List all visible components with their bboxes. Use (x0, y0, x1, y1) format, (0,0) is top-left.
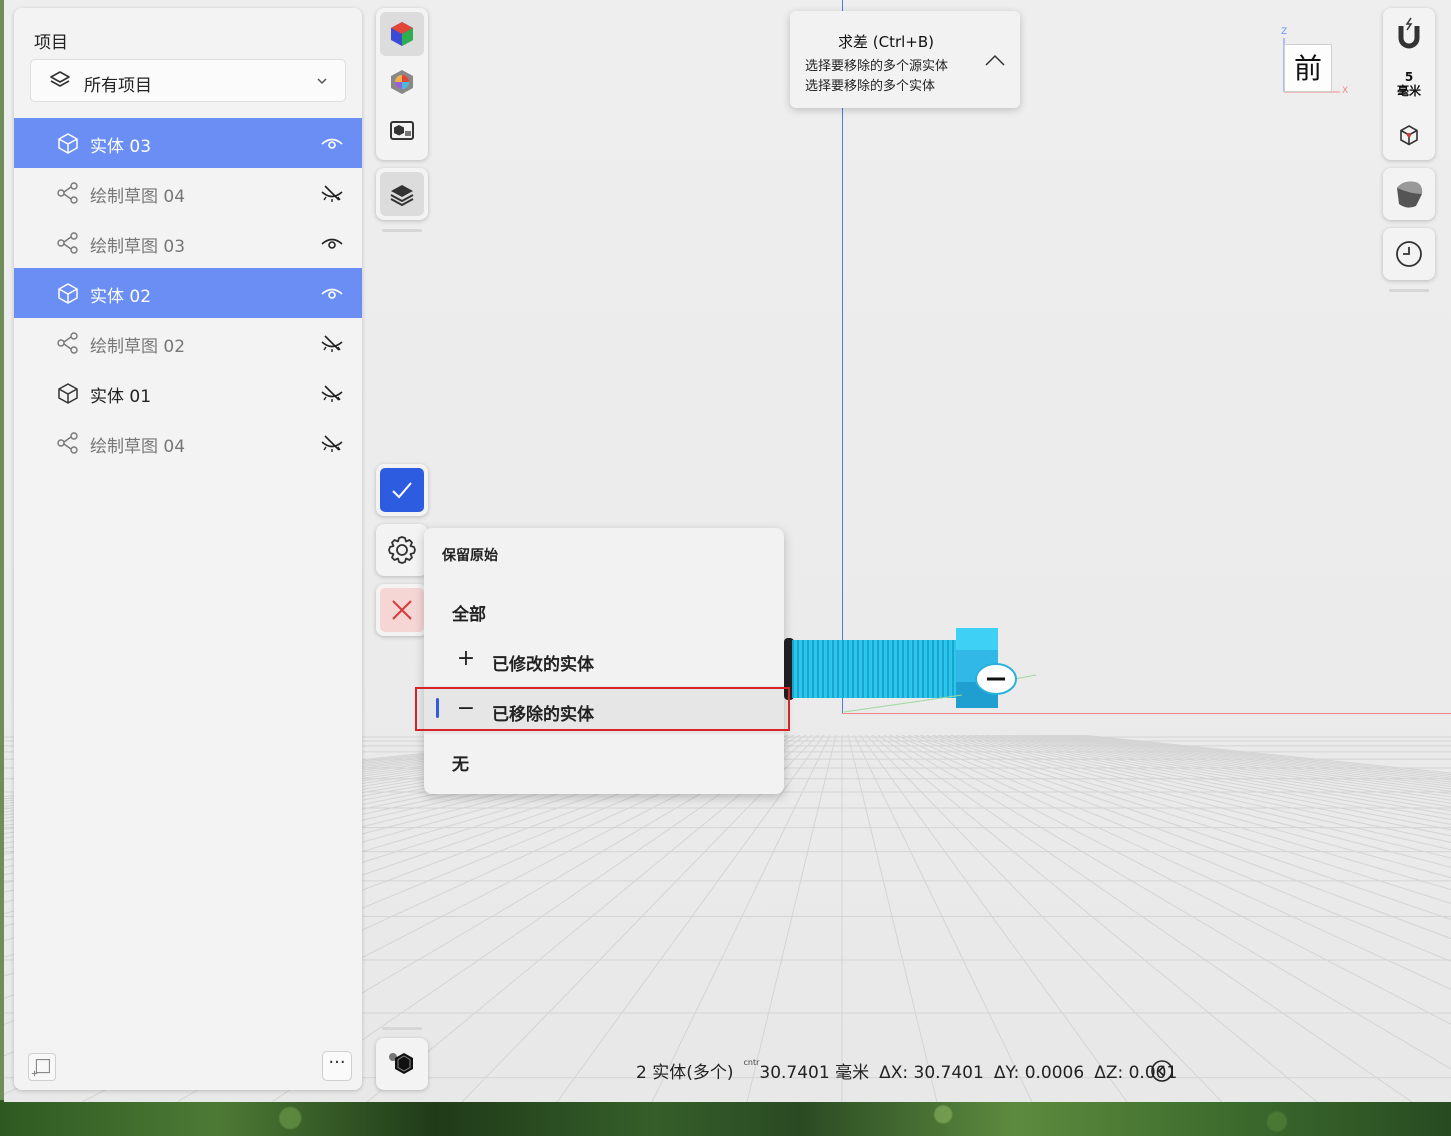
chevron-up-icon[interactable] (984, 53, 1006, 69)
close-icon (392, 600, 412, 620)
snap-unit: 毫米 (1396, 84, 1421, 98)
shaded-solid-icon (1397, 181, 1423, 208)
cancel-button[interactable] (376, 584, 428, 636)
tree-item-label: 实体 03 (90, 137, 152, 157)
eye-hidden-icon[interactable] (320, 383, 344, 403)
tree-item[interactable]: 绘制草图 02 (14, 318, 362, 368)
keep-original-menu: 保留原始 全部 + 已修改的实体 − 已移除的实体 无 (424, 528, 784, 794)
menu-item-modified-solids[interactable]: + 已修改的实体 (424, 636, 784, 684)
material-button[interactable] (380, 60, 424, 104)
menu-item-all[interactable]: 全部 (424, 586, 784, 634)
tree-item-label: 实体 02 (90, 287, 152, 307)
layers-button[interactable] (380, 172, 424, 216)
filter-label: 所有项目 (84, 76, 152, 96)
project-filter-dropdown[interactable]: 所有项目 (30, 59, 346, 102)
snap-toolbar: 5 毫米 (1383, 8, 1435, 160)
tree-item[interactable]: 绘制草图 04 (14, 168, 362, 218)
sketch-nodes-icon (57, 182, 78, 204)
confirm-button[interactable] (376, 464, 428, 516)
tree-item-label: 绘制草图 03 (90, 237, 186, 257)
layers-toolbar (376, 168, 428, 220)
eye-icon[interactable] (320, 283, 344, 303)
toolbar-separator (382, 229, 422, 232)
checkmark-icon (392, 482, 412, 499)
delta-x: ΔX: 30.7401 (879, 1063, 984, 1083)
view-toolbar (376, 8, 428, 160)
layers-icon (50, 71, 70, 87)
gear-icon (388, 536, 416, 564)
eye-hidden-icon[interactable] (320, 183, 344, 203)
x-axis-label: X (1342, 86, 1349, 96)
tree-item[interactable]: 实体 02 (14, 268, 362, 318)
hexagon-select-icon (389, 1053, 413, 1074)
eye-icon[interactable] (320, 133, 344, 153)
tree-item[interactable]: 绘制草图 03 (14, 218, 362, 268)
selection-count: 2 实体(多个) (636, 1063, 734, 1083)
chevron-left-circle-icon[interactable] (1150, 1059, 1174, 1083)
app-window: 项目 所有项目 实体 03 绘制草图 04 绘制草图 03 实体 02 绘制草图 02 实… (4, 0, 1451, 1102)
sketch-nodes-icon (57, 232, 78, 254)
project-panel: 项目 所有项目 实体 03 绘制草图 04 绘制草图 03 实体 02 绘制草图 02 实… (14, 8, 362, 1090)
magnet-icon (1398, 17, 1420, 49)
delta-y: ΔY: 0.0006 (993, 1063, 1085, 1083)
snap-value: 5 (1404, 70, 1414, 84)
tree-item[interactable]: 实体 01 (14, 368, 362, 418)
tree-item[interactable]: 实体 03 (14, 118, 362, 168)
operation-hint-1: 选择要移除的多个源实体 (805, 59, 949, 74)
desktop-wallpaper (0, 1100, 1451, 1136)
sketch-nodes-icon (57, 432, 78, 454)
solid-cube-icon (58, 383, 78, 404)
operation-title: 求差 (Ctrl+B) (838, 33, 935, 51)
operation-info-card: 求差 (Ctrl+B) 选择要移除的多个源实体 选择要移除的多个实体 (790, 11, 1020, 108)
menu-heading: 保留原始 (442, 548, 498, 564)
annotation-highlight-box (415, 687, 790, 731)
view-cube-face-front[interactable]: 前 (1284, 44, 1332, 92)
tree-item-label: 绘制草图 02 (90, 337, 186, 357)
view-cube[interactable]: Z 前 X (1276, 27, 1349, 100)
display-cube-icon (390, 121, 414, 140)
more-options-button[interactable]: ··· (322, 1051, 352, 1081)
colored-cube-icon (391, 22, 413, 46)
menu-item-label: 已修改的实体 (492, 655, 594, 675)
tree-item-label: 绘制草图 04 (90, 437, 186, 457)
snap-object-button[interactable] (1387, 116, 1431, 156)
tree-item-label: 绘制草图 04 (90, 187, 186, 207)
color-palette-icon (391, 70, 413, 94)
add-component-icon (31, 1059, 50, 1077)
sketch-nodes-icon (57, 332, 78, 354)
clock-icon (1396, 241, 1422, 267)
chevron-down-icon (317, 78, 327, 85)
stacked-layers-icon (390, 185, 414, 207)
menu-item-label: 无 (452, 755, 469, 775)
status-bar: 2 实体(多个) cntr30.7401 毫米 ΔX: 30.7401 ΔY: 0.0… (636, 1058, 1187, 1084)
menu-item-none[interactable]: 无 (424, 736, 784, 784)
add-component-button[interactable] (28, 1053, 56, 1081)
solid-cube-icon (58, 283, 78, 304)
render-mode-button[interactable] (380, 12, 424, 56)
eye-hidden-icon[interactable] (320, 433, 344, 453)
operation-hint-2: 选择要移除的多个实体 (805, 79, 936, 94)
snap-magnet-button[interactable] (1387, 12, 1431, 60)
tree-item-label: 实体 01 (90, 387, 152, 407)
measure-tag: cntr (743, 1058, 760, 1067)
solid-cube-icon (58, 133, 78, 154)
toolbar-separator (1389, 289, 1429, 292)
display-settings-button[interactable] (380, 108, 424, 152)
shading-button[interactable] (1383, 168, 1435, 220)
selection-filter-button[interactable] (376, 1038, 428, 1090)
settings-button[interactable] (376, 524, 428, 576)
bolt-model[interactable] (784, 620, 1044, 720)
plus-icon: + (456, 646, 476, 671)
measure-distance: 30.7401 毫米 (759, 1063, 870, 1083)
snap-distance[interactable]: 5 毫米 (1383, 70, 1435, 98)
eye-icon[interactable] (320, 233, 344, 253)
history-button[interactable] (1383, 228, 1435, 280)
tree-item[interactable]: 绘制草图 04 (14, 418, 362, 468)
panel-title: 项目 (34, 33, 68, 53)
toolbar-separator (382, 1027, 422, 1030)
menu-item-label: 全部 (452, 605, 486, 625)
eye-hidden-icon[interactable] (320, 333, 344, 353)
cube-snap-icon (1400, 125, 1418, 146)
